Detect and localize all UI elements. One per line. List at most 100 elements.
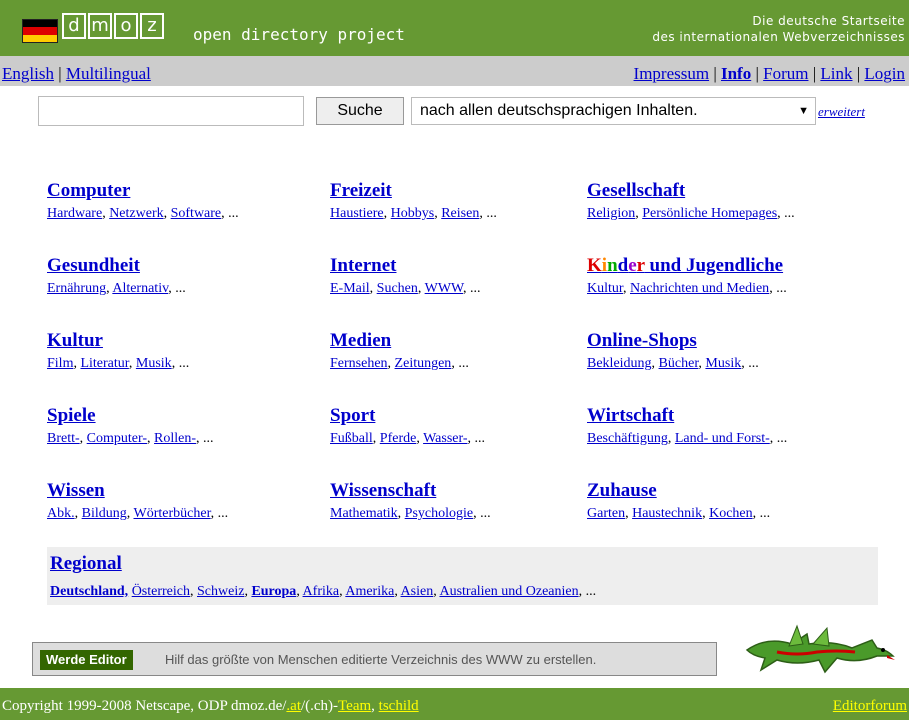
subcategory-link[interactable]: Literatur bbox=[80, 356, 128, 371]
more-ellipsis: ... bbox=[175, 281, 186, 296]
category-title-wissenschaft[interactable]: Wissenschaft bbox=[330, 480, 491, 502]
category-title-gesellschaft[interactable]: Gesellschaft bbox=[587, 180, 795, 202]
logo-letter: o bbox=[114, 13, 138, 39]
category-title-kinder-und-jugendliche[interactable]: Kinder und Jugendliche bbox=[587, 255, 787, 277]
subcategory-link[interactable]: Musik bbox=[705, 356, 741, 371]
subcategory-link[interactable]: Netzwerk bbox=[109, 206, 163, 221]
subcategory-link[interactable]: Film bbox=[47, 356, 73, 371]
regional-link[interactable]: Afrika bbox=[303, 584, 340, 599]
subcategory-link[interactable]: Religion bbox=[587, 206, 635, 221]
category-title-medien[interactable]: Medien bbox=[330, 330, 469, 352]
subcategory-link[interactable]: Nachrichten und Medien bbox=[630, 281, 769, 296]
subcategory-link[interactable]: Garten bbox=[587, 506, 625, 521]
footer-link-editorforum[interactable]: Editorforum bbox=[833, 698, 907, 714]
subcategory-link[interactable]: Bekleidung bbox=[587, 356, 652, 371]
regional-link[interactable]: Australien und Ozeanien bbox=[439, 584, 578, 599]
subcategory-link[interactable]: Mathematik bbox=[330, 506, 398, 521]
separator: , bbox=[372, 431, 380, 446]
subcategory-link[interactable]: Persönliche Homepages bbox=[642, 206, 777, 221]
subcategory-link[interactable]: Rollen- bbox=[154, 431, 196, 446]
subcategory-link[interactable]: Alternativ bbox=[112, 281, 168, 296]
become-editor-button[interactable]: Werde Editor bbox=[40, 650, 133, 670]
separator: , bbox=[210, 506, 218, 521]
subcategory-link[interactable]: Haustechnik bbox=[632, 506, 702, 521]
subcategory-link[interactable]: Wörterbücher bbox=[134, 506, 211, 521]
regional-link[interactable]: Asien bbox=[401, 584, 434, 599]
category-block-online-shops: Online-Shops Bekleidung, Bücher, Musik, .… bbox=[587, 330, 759, 372]
category-title-online-shops[interactable]: Online-Shops bbox=[587, 330, 759, 352]
separator: , bbox=[397, 506, 405, 521]
nav-separator: | bbox=[713, 64, 721, 83]
category-title-freizeit[interactable]: Freizeit bbox=[330, 180, 497, 202]
subcategory-link[interactable]: Haustiere bbox=[330, 206, 384, 221]
nav-link-info[interactable]: Info bbox=[721, 64, 751, 83]
subcategory-link[interactable]: Hobbys bbox=[391, 206, 435, 221]
subcategory-link[interactable]: Computer- bbox=[87, 431, 147, 446]
footer-link-team[interactable]: Team bbox=[338, 698, 371, 714]
subcategory-link[interactable]: Bildung bbox=[82, 506, 127, 521]
nav-separator: | bbox=[58, 64, 66, 83]
category-title-spiele[interactable]: Spiele bbox=[47, 405, 214, 427]
category-title-kultur[interactable]: Kultur bbox=[47, 330, 189, 352]
subcategory-link[interactable]: Software bbox=[171, 206, 222, 221]
category-title-regional[interactable]: Regional bbox=[50, 553, 122, 575]
flag-stripe-gold bbox=[23, 34, 57, 42]
regional-link[interactable]: Schweiz bbox=[197, 584, 244, 599]
footer-link-at[interactable]: .at bbox=[286, 698, 301, 714]
subcategory-link[interactable]: Fernsehen bbox=[330, 356, 388, 371]
regional-sublinks: Deutschland, Österreich, Schweiz, Europa… bbox=[50, 584, 596, 600]
search-button[interactable]: Suche bbox=[316, 97, 404, 125]
subcategory-link[interactable]: Psychologie bbox=[405, 506, 473, 521]
subcategory-link[interactable]: Brett- bbox=[47, 431, 80, 446]
subcategory-link[interactable]: Wasser- bbox=[423, 431, 467, 446]
logo-letter: m bbox=[88, 13, 112, 39]
nav-link-login[interactable]: Login bbox=[864, 64, 905, 83]
category-block-spiele: Spiele Brett-, Computer-, Rollen-, ... bbox=[47, 405, 214, 447]
footer-link-tschild[interactable]: tschild bbox=[379, 698, 419, 714]
advanced-search-link[interactable]: erweitert bbox=[818, 104, 865, 120]
subcategory-link[interactable]: Reisen bbox=[441, 206, 479, 221]
subcategory-link[interactable]: Musik bbox=[136, 356, 172, 371]
subcategory-link[interactable]: Bücher bbox=[659, 356, 699, 371]
subcategory-link[interactable]: WWW bbox=[425, 281, 463, 296]
category-sublinks: Bekleidung, Bücher, Musik, ... bbox=[587, 356, 759, 372]
category-title-internet[interactable]: Internet bbox=[330, 255, 480, 277]
subcategory-link[interactable]: Hardware bbox=[47, 206, 102, 221]
subcategory-link[interactable]: Fußball bbox=[330, 431, 373, 446]
separator: , bbox=[163, 206, 171, 221]
subcategory-link[interactable]: Kultur bbox=[587, 281, 623, 296]
category-sublinks: Fernsehen, Zeitungen, ... bbox=[330, 356, 469, 372]
subcategory-link[interactable]: Kochen bbox=[709, 506, 753, 521]
category-title-computer[interactable]: Computer bbox=[47, 180, 239, 202]
subcategory-link[interactable]: Beschäftigung bbox=[587, 431, 668, 446]
nav-link-english[interactable]: English bbox=[2, 64, 54, 83]
nav-link-forum[interactable]: Forum bbox=[763, 64, 808, 83]
category-title-gesundheit[interactable]: Gesundheit bbox=[47, 255, 186, 277]
dmoz-logo[interactable]: d m o z bbox=[62, 13, 164, 39]
more-ellipsis: ... bbox=[203, 431, 214, 446]
category-sublinks: Beschäftigung, Land- und Forst-, ... bbox=[587, 431, 787, 447]
category-title-zuhause[interactable]: Zuhause bbox=[587, 480, 770, 502]
regional-link[interactable]: Deutschland, bbox=[50, 584, 128, 599]
search-input[interactable] bbox=[38, 96, 304, 126]
regional-link[interactable]: Österreich bbox=[132, 584, 190, 599]
category-title-wirtschaft[interactable]: Wirtschaft bbox=[587, 405, 787, 427]
logo-text: open directory project bbox=[193, 25, 405, 44]
footer-ch-text: /(.ch)- bbox=[300, 698, 339, 714]
subcategory-link[interactable]: Abk. bbox=[47, 506, 75, 521]
search-scope-select[interactable]: nach allen deutschsprachigen Inhalten. ▼ bbox=[411, 97, 816, 125]
subcategory-link[interactable]: Suchen bbox=[377, 281, 418, 296]
nav-link-impressum[interactable]: Impressum bbox=[634, 64, 710, 83]
category-title-sport[interactable]: Sport bbox=[330, 405, 485, 427]
subcategory-link[interactable]: Zeitungen bbox=[395, 356, 452, 371]
subcategory-link[interactable]: Land- und Forst- bbox=[675, 431, 770, 446]
category-title-wissen[interactable]: Wissen bbox=[47, 480, 228, 502]
regional-link[interactable]: Europa bbox=[251, 584, 296, 599]
regional-link[interactable]: Amerika bbox=[345, 584, 394, 599]
nav-link-multilingual[interactable]: Multilingual bbox=[66, 64, 151, 83]
subcategory-link[interactable]: E-Mail bbox=[330, 281, 370, 296]
subcategory-link[interactable]: Pferde bbox=[380, 431, 417, 446]
nav-link-link[interactable]: Link bbox=[820, 64, 852, 83]
separator: , bbox=[752, 506, 760, 521]
subcategory-link[interactable]: Ernährung bbox=[47, 281, 106, 296]
